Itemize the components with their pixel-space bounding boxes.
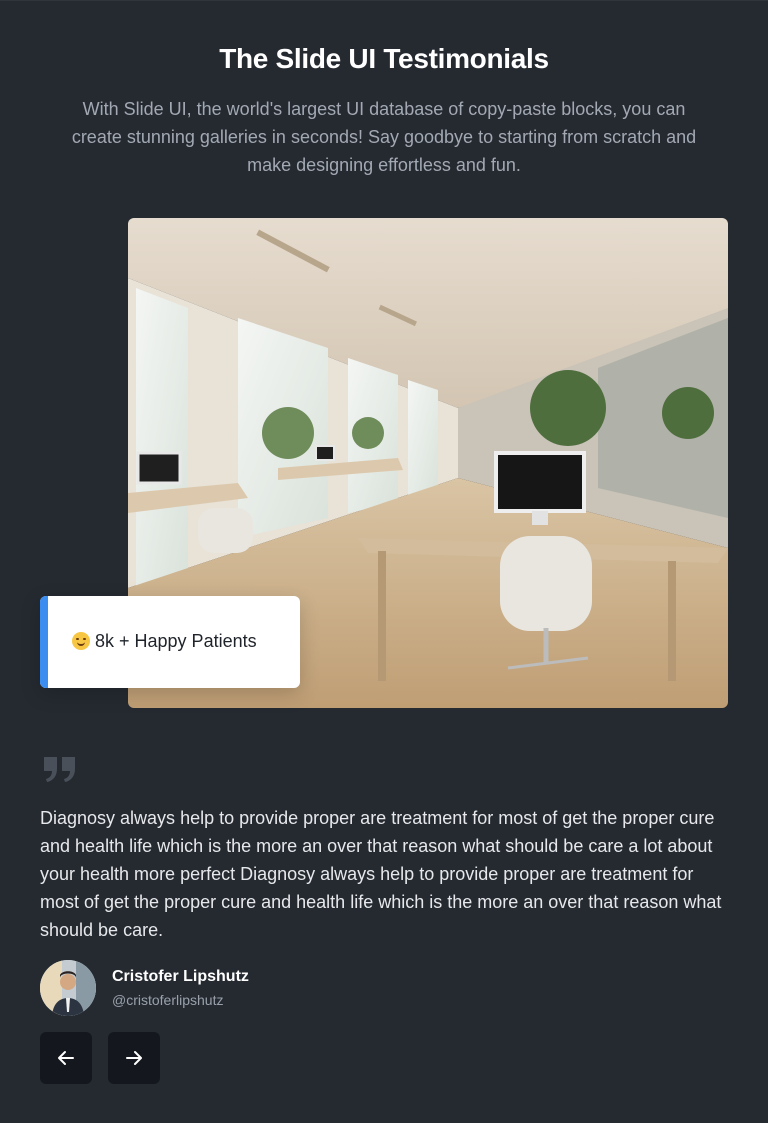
author-handle: @cristoferlipshutz [112,992,224,1008]
page-subtitle: With Slide UI, the world's largest UI da… [71,99,697,175]
quote-icon [44,757,75,782]
badge-label: 8k + Happy Patients [95,631,257,651]
testimonials-section: The Slide UI Testimonials With Slide UI,… [0,0,768,1123]
arrow-left-icon [58,1051,74,1065]
avatar [40,960,96,1016]
badge-accent-bar [40,596,48,688]
arrow-right-icon [126,1051,142,1065]
smiling-face-icon [72,632,90,650]
testimonial-quote: Diagnosy always help to provide proper a… [40,808,722,940]
happy-patients-badge: 8k + Happy Patients [40,596,300,688]
previous-button[interactable] [40,1032,92,1084]
next-button[interactable] [108,1032,160,1084]
page-title: The Slide UI Testimonials [219,43,549,74]
author-name: Cristofer Lipshutz [112,968,249,985]
